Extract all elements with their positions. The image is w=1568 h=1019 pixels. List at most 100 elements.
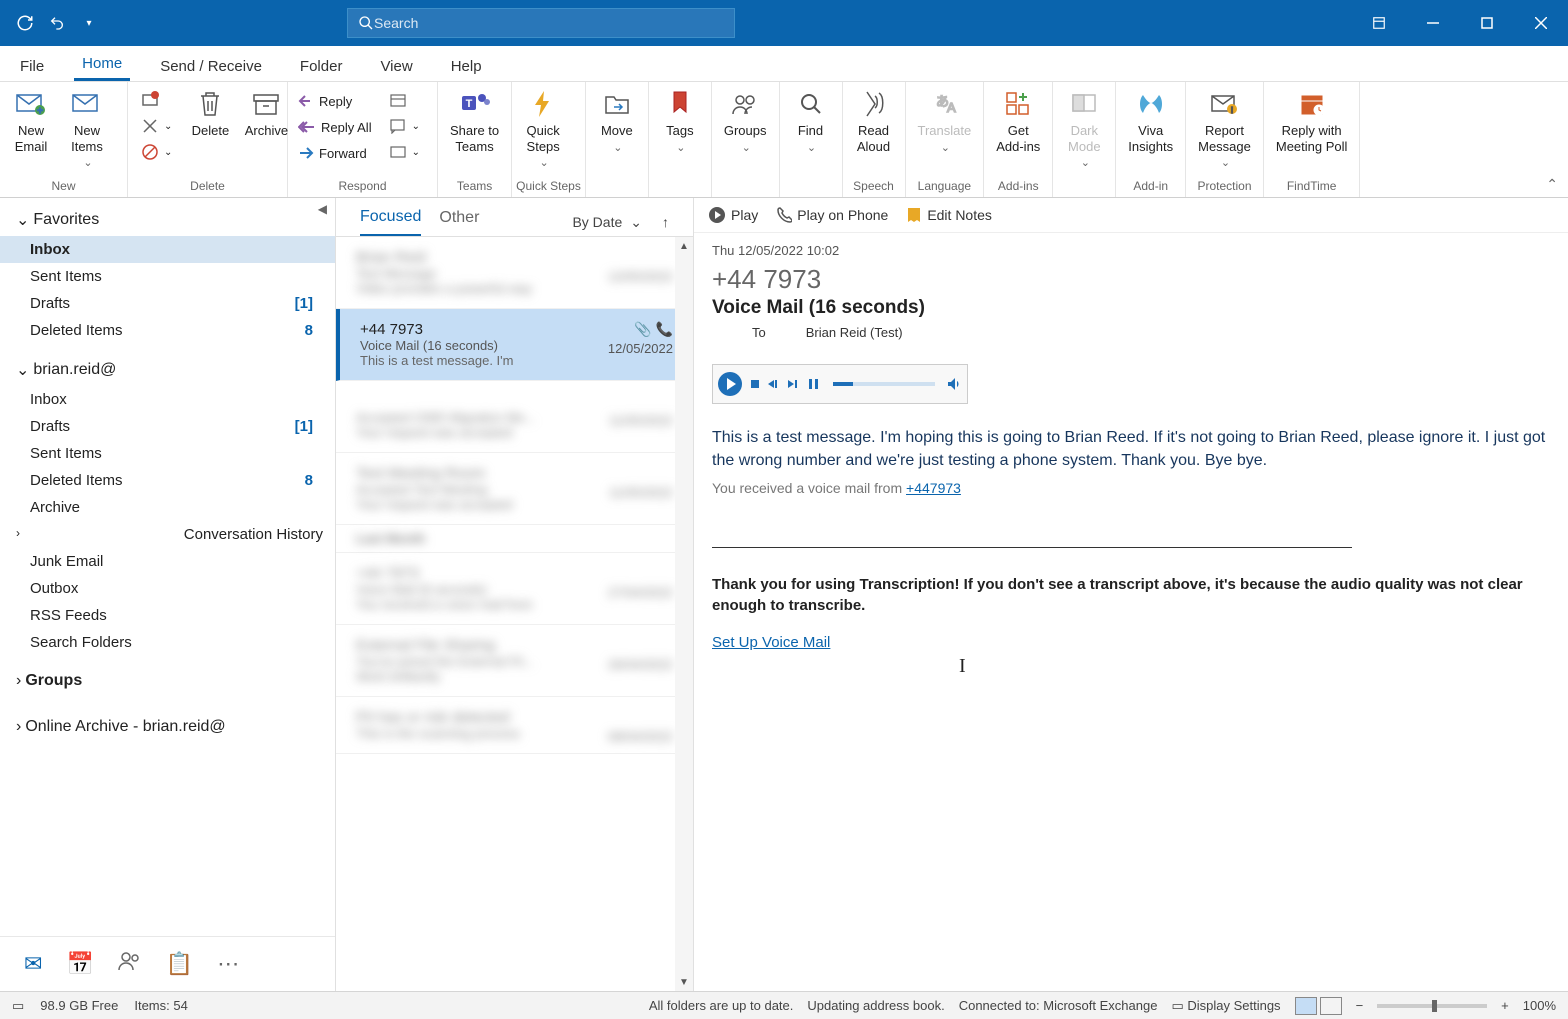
setup-voicemail-link[interactable]: Set Up Voice Mail: [712, 634, 830, 651]
action-edit-notes[interactable]: Edit Notes: [906, 206, 992, 224]
archive-button[interactable]: Archive: [239, 84, 293, 143]
menu-home[interactable]: Home: [74, 49, 130, 81]
nav-inbox[interactable]: Inbox: [0, 386, 335, 413]
list-item[interactable]: +44 7973Voice Mail (8 seconds)You receiv…: [336, 553, 693, 625]
find-button[interactable]: Find: [784, 84, 838, 159]
nav-more-icon[interactable]: ⋯: [217, 951, 239, 977]
qat-dropdown-icon[interactable]: ▾: [78, 12, 100, 34]
minimize-button[interactable]: [1406, 0, 1460, 46]
player-stop-icon[interactable]: [749, 378, 761, 390]
refresh-icon[interactable]: [14, 12, 36, 34]
action-play[interactable]: Play: [708, 206, 758, 224]
list-item[interactable]: Accepted O365 Migration Me...Your reques…: [336, 381, 693, 453]
list-item[interactable]: Test Meeting RoomAccepted Test MeetingYo…: [336, 453, 693, 525]
tab-focused[interactable]: Focused: [360, 208, 421, 236]
share-teams-button[interactable]: TShare to Teams: [442, 84, 507, 158]
list-item-selected[interactable]: 📎📞 +44 7973 Voice Mail (16 seconds) This…: [336, 309, 693, 381]
nav-calendar-icon[interactable]: 📅: [66, 951, 93, 977]
nav-drafts[interactable]: Drafts[1]: [0, 413, 335, 440]
forward-button[interactable]: Forward: [292, 140, 378, 166]
menu-folder[interactable]: Folder: [292, 52, 351, 81]
player-pause-icon[interactable]: [807, 378, 821, 390]
nav-junk[interactable]: Junk Email: [0, 548, 335, 575]
get-addins-button[interactable]: Get Add-ins: [988, 84, 1048, 158]
menu-send-receive[interactable]: Send / Receive: [152, 52, 270, 81]
ribbon-display-icon[interactable]: [1352, 0, 1406, 46]
meeting-poll-button[interactable]: Reply with Meeting Poll: [1268, 84, 1356, 158]
ribbon-group-tags: [653, 177, 707, 197]
reply-all-button[interactable]: Reply All: [292, 114, 378, 140]
player-volume-icon[interactable]: [947, 377, 963, 391]
ignore-icon[interactable]: [135, 87, 178, 113]
cleanup-icon[interactable]: ⌄: [135, 113, 178, 139]
menu-help[interactable]: Help: [443, 52, 490, 81]
nav-sent[interactable]: Sent Items: [0, 440, 335, 467]
tab-other[interactable]: Other: [439, 209, 479, 235]
more-respond-icon[interactable]: ⌄: [383, 139, 426, 165]
sort-dropdown-icon[interactable]: ⌄: [630, 214, 642, 231]
action-play-on-phone[interactable]: Play on Phone: [776, 206, 888, 224]
new-items-button[interactable]: New Items: [60, 84, 114, 174]
nav-mail-icon[interactable]: ✉: [24, 951, 42, 977]
player-prev-icon[interactable]: [767, 378, 781, 390]
nav-tasks-icon[interactable]: 📋: [166, 951, 193, 977]
list-item[interactable]: PII has or risk detectedThis is the scan…: [336, 697, 693, 754]
sort-direction-icon[interactable]: ↑: [662, 214, 669, 230]
meeting-icon[interactable]: [383, 87, 426, 113]
nav-deleted[interactable]: Deleted Items8: [0, 467, 335, 494]
reply-button[interactable]: Reply: [292, 88, 378, 114]
nav-groups-header[interactable]: ›Groups: [0, 666, 335, 696]
list-item[interactable]: External File SharingYou've joined the E…: [336, 625, 693, 697]
delete-button[interactable]: Delete: [183, 84, 237, 143]
menu-file[interactable]: File: [12, 52, 52, 81]
im-icon[interactable]: ⌄: [383, 113, 426, 139]
view-normal-icon[interactable]: [1295, 997, 1317, 1015]
nav-outbox[interactable]: Outbox: [0, 575, 335, 602]
dark-mode-button[interactable]: Dark Mode: [1057, 84, 1111, 174]
zoom-in-icon[interactable]: +: [1501, 998, 1509, 1013]
nav-account-header[interactable]: ⌄brian.reid@: [0, 354, 335, 386]
junk-icon[interactable]: ⌄: [135, 139, 178, 165]
new-email-button[interactable]: +New Email: [4, 84, 58, 158]
ribbon-collapse-icon[interactable]: ⌃: [1546, 176, 1558, 193]
list-scrollbar[interactable]: ▲▼: [675, 237, 693, 991]
audio-player[interactable]: [712, 364, 968, 404]
list-item[interactable]: Brian ReidTest MessageVideo provides a p…: [336, 237, 693, 309]
menu-view[interactable]: View: [372, 52, 420, 81]
zoom-out-icon[interactable]: −: [1356, 998, 1364, 1013]
nav-fav-sent[interactable]: Sent Items: [0, 263, 335, 290]
nav-conv-history[interactable]: ›Conversation History: [0, 521, 335, 548]
quick-steps-button[interactable]: Quick Steps: [516, 84, 570, 174]
close-button[interactable]: [1514, 0, 1568, 46]
translate-button[interactable]: あATranslate: [910, 84, 980, 159]
vm-number-link[interactable]: +447973: [906, 480, 961, 496]
nav-search-folders[interactable]: Search Folders: [0, 629, 335, 656]
status-db-icon: ▭: [12, 998, 24, 1014]
read-aloud-button[interactable]: Read Aloud: [847, 84, 901, 158]
view-reading-icon[interactable]: [1320, 997, 1342, 1015]
viva-insights-button[interactable]: Viva Insights: [1120, 84, 1181, 158]
nav-online-archive[interactable]: ›Online Archive - brian.reid@: [0, 712, 335, 742]
nav-rss[interactable]: RSS Feeds: [0, 602, 335, 629]
nav-people-icon[interactable]: [118, 951, 142, 977]
move-button[interactable]: Move: [590, 84, 644, 159]
status-display-settings[interactable]: ▭ Display Settings: [1171, 998, 1280, 1014]
maximize-button[interactable]: [1460, 0, 1514, 46]
nav-fav-inbox[interactable]: Inbox: [0, 236, 335, 263]
nav-favorites-header[interactable]: ⌄Favorites: [0, 204, 335, 236]
nav-fav-drafts[interactable]: Drafts[1]: [0, 290, 335, 317]
undo-icon[interactable]: [46, 12, 68, 34]
ribbon-group-new: New: [4, 177, 123, 197]
zoom-slider[interactable]: [1377, 1004, 1487, 1008]
report-message-button[interactable]: !Report Message: [1190, 84, 1259, 174]
search-box[interactable]: [347, 8, 735, 38]
list-item[interactable]: Last Month: [336, 525, 693, 553]
search-input[interactable]: [374, 15, 724, 31]
nav-archive[interactable]: Archive: [0, 494, 335, 521]
nav-fav-deleted[interactable]: Deleted Items8: [0, 317, 335, 344]
nav-collapse-icon[interactable]: ◀: [318, 202, 327, 216]
player-next-icon[interactable]: [787, 378, 801, 390]
tags-button[interactable]: Tags: [653, 84, 707, 159]
sort-by-date[interactable]: By Date: [572, 214, 622, 230]
groups-button[interactable]: Groups: [716, 84, 775, 159]
